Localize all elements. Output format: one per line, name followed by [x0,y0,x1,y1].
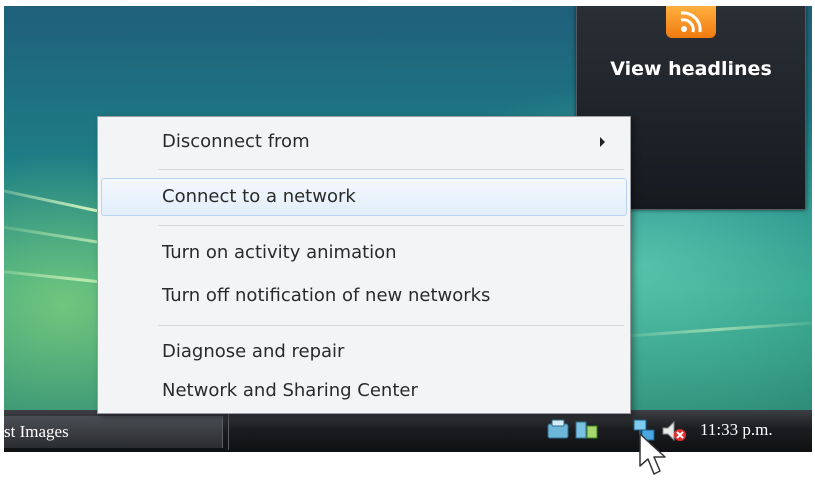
menu-item-label: Turn off notification of new networks [162,285,491,306]
menu-separator [158,325,624,326]
menu-item-disconnect-from[interactable]: Disconnect from [101,123,627,161]
menu-item-diagnose-repair[interactable]: Diagnose and repair [101,333,627,371]
rss-feed-icon [666,6,716,38]
menu-item-connect-to-network[interactable]: Connect to a network [101,178,627,216]
menu-separator [158,169,624,170]
mouse-pointer-icon [636,432,676,488]
menu-item-label: Network and Sharing Center [162,380,418,401]
taskbar-window-button[interactable]: st Images [4,416,223,448]
menu-item-label: Disconnect from [162,131,310,152]
printer-tray-icon[interactable] [574,418,600,446]
submenu-arrow-icon [600,137,605,147]
taskbar-window-label: st Images [4,422,69,441]
taskbar: st Images 11:33 p.m. [4,410,812,452]
program-tray-icon[interactable] [546,418,572,446]
network-context-menu: Disconnect from Connect to a network Tur… [97,116,631,414]
menu-separator [158,225,624,226]
view-headlines-link[interactable]: View headlines [577,58,805,80]
menu-item-activity-animation[interactable]: Turn on activity animation [101,234,627,272]
wallpaper-streak [603,319,812,339]
taskbar-clock[interactable]: 11:33 p.m. [700,420,773,440]
menu-item-label: Connect to a network [162,186,356,207]
taskbar-separator [228,414,229,450]
menu-item-label: Turn on activity animation [162,242,397,263]
menu-item-network-sharing-center[interactable]: Network and Sharing Center [101,372,627,410]
menu-item-label: Diagnose and repair [162,341,345,362]
menu-item-notification-new-networks[interactable]: Turn off notification of new networks [101,277,627,315]
